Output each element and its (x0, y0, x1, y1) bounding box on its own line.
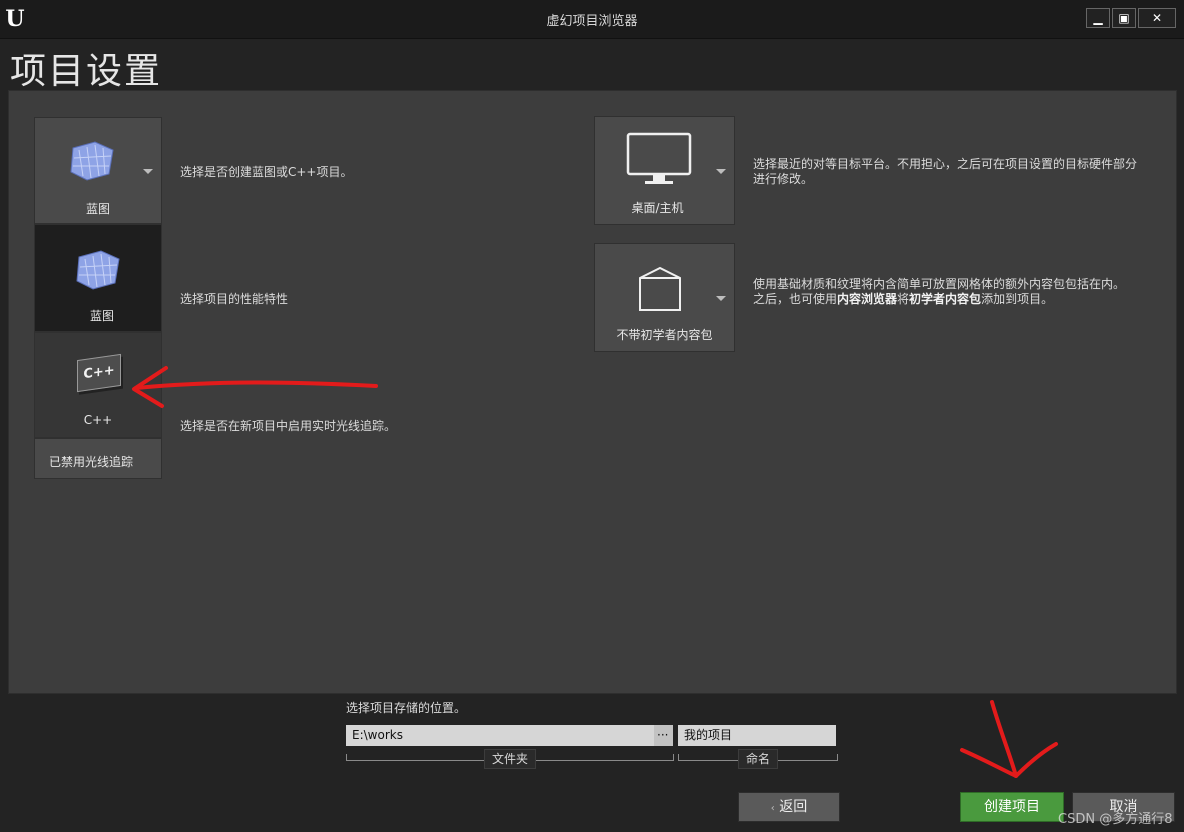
platform-label: 桌面/主机 (631, 201, 684, 215)
dropdown-cpp-label: C++ (83, 413, 113, 427)
raytracing-description: 选择是否在新项目中启用实时光线追踪。 (180, 419, 397, 433)
page-title: 项目设置 (10, 51, 163, 92)
desc-bold-content-browser: 内容浏览器 (837, 292, 898, 306)
performance-description: 选择项目的性能特性 (180, 292, 289, 306)
close-icon: ✕ (1151, 11, 1163, 25)
folder-path-input[interactable]: E:\works (346, 725, 654, 746)
close-button[interactable]: ✕ (1138, 8, 1176, 28)
platform-description: 选择最近的对等目标平台。不用担心，之后可在项目设置的目标硬件部分进行修改。 (753, 157, 1138, 186)
create-project-button[interactable]: 创建项目 (960, 792, 1064, 822)
monitor-icon (626, 132, 692, 184)
back-button[interactable]: ‹ 返回 (738, 792, 840, 822)
red-arrow-to-create-icon (960, 700, 1058, 778)
template-description: 选择是否创建蓝图或C++项目。 (180, 165, 353, 179)
template-selector-button[interactable]: 蓝图 (34, 117, 162, 224)
window-title: 虚幻项目浏览器 (546, 14, 638, 29)
starter-content-description: 使用基础材质和纹理将内含简单可放置网格体的额外内容包包括在内。 之后，也可使用内… (753, 277, 1148, 307)
blueprint-icon (70, 141, 114, 181)
starter-content-desc-line1: 使用基础材质和纹理将内含简单可放置网格体的额外内容包包括在内。 (753, 277, 1126, 291)
starter-content-label: 不带初学者内容包 (616, 328, 713, 342)
dropdown-option-cpp[interactable]: C++ C++ (34, 332, 162, 438)
blueprint-icon (76, 250, 120, 290)
raytracing-selector-button[interactable]: 已禁用光线追踪 (34, 438, 162, 479)
minimize-icon: ▁ (1093, 11, 1103, 25)
raytracing-label: 已禁用光线追踪 (48, 455, 133, 469)
cpp-icon: C++ (77, 353, 121, 393)
title-bar: U 虚幻项目浏览器 ▁ ▣ ✕ (0, 0, 1184, 39)
folder-caption: 文件夹 (484, 749, 536, 769)
maximize-button[interactable]: ▣ (1112, 8, 1136, 28)
location-prompt: 选择项目存储的位置。 (346, 701, 467, 715)
platform-selector-button[interactable]: 桌面/主机 (594, 116, 735, 225)
chevron-left-icon: ‹ (770, 803, 775, 814)
desc-text: 将 (897, 292, 910, 306)
starter-content-selector-button[interactable]: 不带初学者内容包 (594, 243, 735, 352)
desc-text: 添加到项目。 (981, 292, 1054, 306)
dropdown-arrow-icon (716, 169, 726, 174)
dropdown-arrow-icon (143, 169, 153, 174)
box-icon (639, 266, 681, 311)
cpp-icon-text: C++ (83, 362, 115, 383)
browse-folder-button[interactable]: ··· (654, 725, 673, 746)
watermark: CSDN @多方通行8 (1058, 812, 1173, 827)
name-caption: 命名 (738, 749, 778, 769)
template-tile-label: 蓝图 (85, 202, 110, 216)
project-name-input[interactable]: 我的项目 (678, 725, 836, 746)
back-button-label: 返回 (779, 799, 808, 815)
maximize-icon: ▣ (1118, 11, 1130, 25)
dropdown-blueprint-label: 蓝图 (89, 309, 114, 323)
desc-bold-starter-content: 初学者内容包 (909, 292, 982, 306)
starter-content-desc-line2: 之后，也可使用内容浏览器将初学者内容包添加到项目。 (753, 292, 1148, 307)
dropdown-option-blueprint[interactable]: 蓝图 (34, 224, 162, 332)
minimize-button[interactable]: ▁ (1086, 8, 1110, 28)
desc-text: 之后，也可使用 (753, 292, 838, 306)
dropdown-arrow-icon (716, 296, 726, 301)
